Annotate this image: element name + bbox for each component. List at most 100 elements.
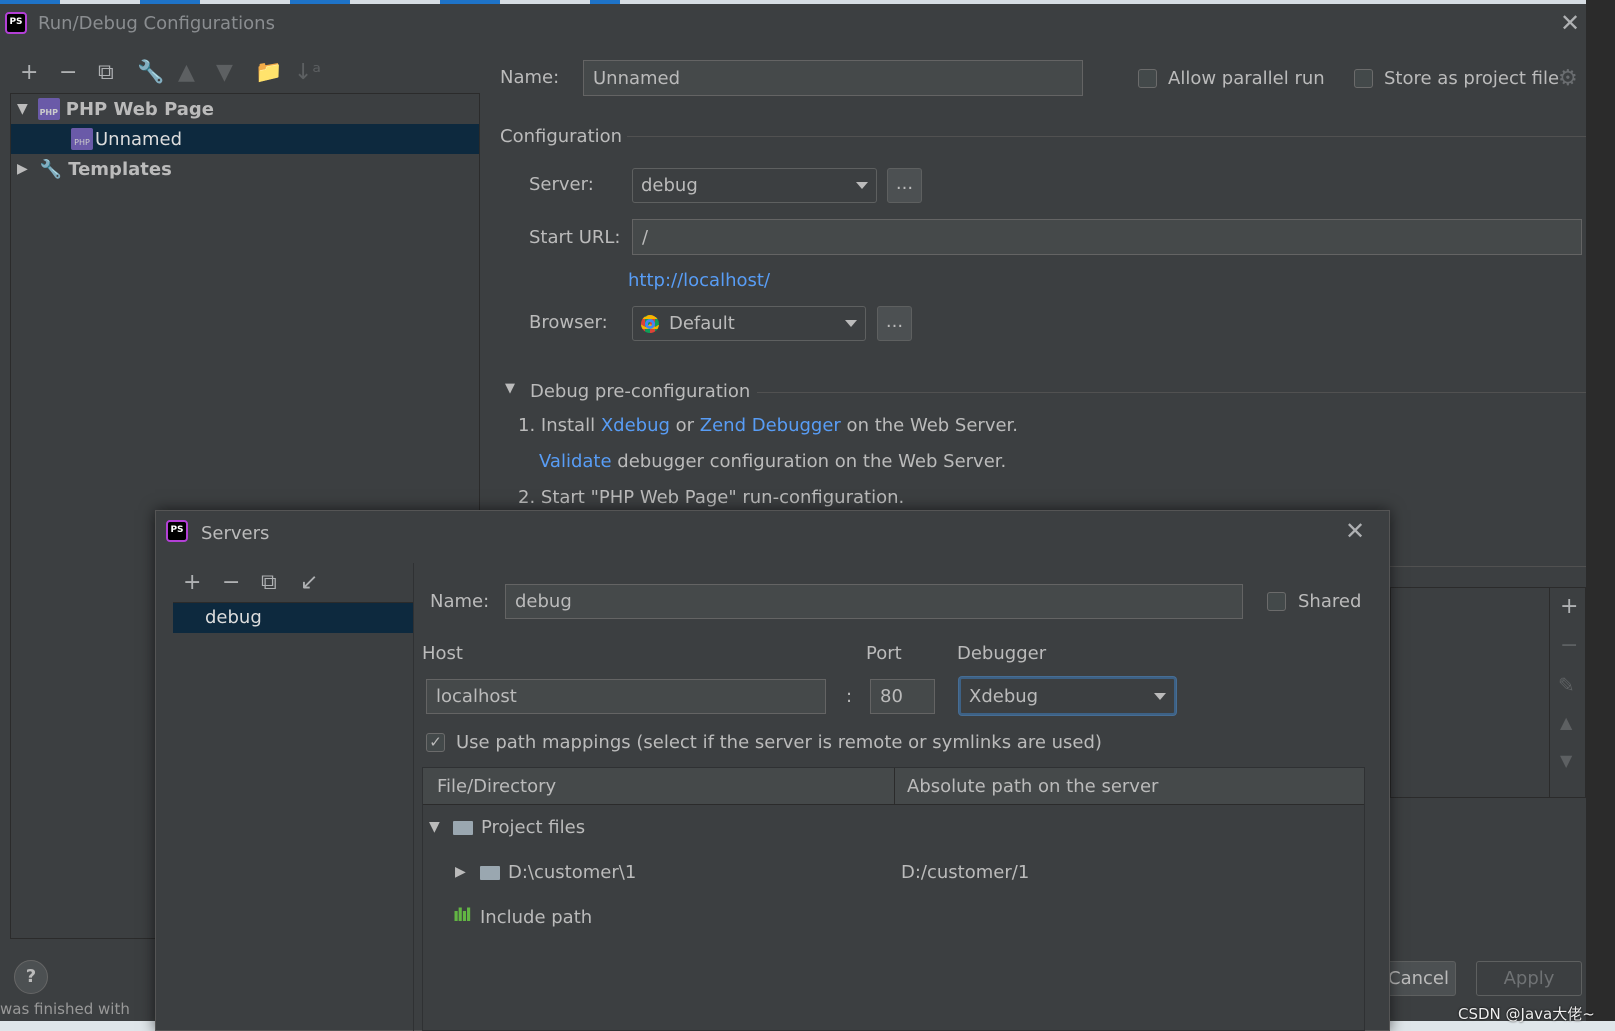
file-label: D:\customer\1 — [508, 862, 637, 883]
window-top-strip — [0, 0, 1615, 4]
remove-server-icon[interactable]: − — [222, 572, 240, 594]
php-web-page-icon: PHP — [71, 128, 93, 150]
allow-parallel-checkbox[interactable] — [1138, 69, 1157, 88]
tree-item-label: Templates — [68, 158, 172, 180]
copy-server-icon[interactable]: ⧉ — [261, 572, 277, 594]
debugger-select[interactable]: Xdebug — [959, 677, 1176, 715]
host-port-separator: : — [846, 686, 853, 707]
table-row[interactable]: ▶ D:\customer\1 D:/customer/1 — [423, 860, 1363, 890]
table-row[interactable]: ▼ Project files — [423, 815, 1363, 845]
server-label: Server: — [529, 174, 594, 195]
divider — [894, 768, 895, 805]
expand-arrow-icon[interactable]: ▼ — [17, 101, 28, 117]
phpstorm-logo-icon: PS — [5, 12, 27, 34]
folder-icon — [453, 821, 473, 835]
server-name-input[interactable]: debug — [505, 584, 1243, 619]
debugger-value: Xdebug — [969, 685, 1039, 707]
collapse-arrow-icon[interactable]: ▼ — [505, 381, 515, 396]
remove-icon[interactable]: − — [59, 62, 77, 84]
tree-item-unnamed[interactable]: PHP Unnamed — [11, 124, 479, 154]
status-text: was finished with — [0, 1000, 130, 1018]
chevron-down-icon — [856, 182, 868, 189]
start-url-label: Start URL: — [529, 227, 621, 248]
table-header: File/Directory Absolute path on the serv… — [423, 768, 1364, 805]
browser-browse-button[interactable]: ... — [877, 306, 912, 341]
before-launch-list[interactable] — [1390, 587, 1586, 798]
tree-group-php-web-page[interactable]: ▼ PHP PHP Web Page — [11, 94, 479, 124]
zend-debugger-link[interactable]: Zend Debugger — [700, 415, 841, 436]
configuration-section-title: Configuration — [500, 126, 623, 147]
import-server-icon[interactable]: ↙ — [300, 572, 318, 594]
move-down-icon[interactable]: ▼ — [216, 62, 233, 84]
folder-icon — [480, 866, 500, 880]
divider — [1549, 587, 1550, 798]
store-project-label: Store as project file — [1384, 68, 1560, 89]
server-path-cell[interactable]: D:/customer/1 — [901, 862, 1029, 883]
phpstorm-logo-icon: PS — [166, 520, 188, 542]
chrome-icon — [641, 314, 659, 333]
browser-label: Browser: — [529, 312, 608, 333]
xdebug-link[interactable]: Xdebug — [601, 415, 670, 436]
collapse-arrow-icon[interactable]: ▶ — [17, 161, 28, 177]
localhost-link[interactable]: http://localhost/ — [628, 270, 770, 291]
port-label: Port — [866, 643, 902, 664]
wrench-icon[interactable]: 🔧 — [137, 62, 164, 84]
tree-group-label: PHP Web Page — [65, 98, 215, 120]
new-folder-icon[interactable]: 📁 — [255, 62, 282, 84]
step-text: or — [669, 415, 700, 436]
copy-icon[interactable]: ⧉ — [98, 62, 114, 84]
store-project-checkbox[interactable] — [1354, 69, 1373, 88]
divider — [627, 136, 1587, 137]
debug-section-title: Debug pre-configuration — [530, 381, 751, 402]
step-2: 2. Start "PHP Web Page" run-configuratio… — [518, 487, 905, 508]
gear-icon[interactable]: ⚙ — [1558, 66, 1578, 91]
background-ide-edge — [1586, 0, 1615, 1021]
tree-item-label: Unnamed — [95, 128, 183, 150]
collapse-arrow-icon[interactable]: ▼ — [429, 819, 440, 835]
sort-icon[interactable]: ↓ᵃ — [294, 62, 321, 84]
step-1: 1. Install Xdebug or Zend Debugger on th… — [518, 415, 1018, 436]
dialog-title: Run/Debug Configurations — [38, 13, 275, 34]
tree-item-templates[interactable]: ▶ 🔧 Templates — [11, 154, 479, 184]
php-web-page-icon: PHP — [37, 98, 60, 120]
table-row[interactable]: ılıl Include path — [423, 905, 1363, 935]
path-mappings-table[interactable]: File/Directory Absolute path on the serv… — [422, 767, 1365, 1031]
host-input[interactable]: localhost — [426, 679, 826, 714]
start-url-input[interactable]: / — [632, 219, 1582, 255]
shared-checkbox[interactable] — [1267, 592, 1286, 611]
move-up-icon[interactable]: ▲ — [178, 62, 195, 84]
close-icon[interactable]: ✕ — [1560, 11, 1580, 35]
server-select[interactable]: debug — [632, 168, 877, 203]
step-text: debugger configuration on the Web Server… — [611, 451, 1007, 472]
file-label: Project files — [481, 817, 586, 838]
column-header-file[interactable]: File/Directory — [437, 776, 556, 797]
add-icon[interactable]: + — [1560, 596, 1578, 618]
remove-icon[interactable]: − — [1560, 635, 1578, 657]
server-list-item[interactable]: debug — [173, 603, 413, 633]
servers-close-icon[interactable]: ✕ — [1345, 519, 1365, 543]
server-browse-button[interactable]: ... — [887, 168, 922, 203]
config-name-input[interactable]: Unnamed — [583, 60, 1083, 96]
move-up-icon[interactable]: ▲ — [1560, 712, 1572, 734]
server-value: debug — [641, 175, 698, 196]
use-path-mappings-label: Use path mappings (select if the server … — [456, 732, 1102, 753]
apply-button[interactable]: Apply — [1476, 961, 1582, 996]
edit-icon[interactable]: ✎ — [1558, 674, 1575, 696]
shared-label: Shared — [1298, 591, 1362, 612]
browser-select[interactable]: Default — [632, 306, 866, 341]
step-text: on the Web Server. — [840, 415, 1019, 436]
port-input[interactable]: 80 — [870, 679, 935, 714]
add-server-icon[interactable]: + — [183, 572, 201, 594]
allow-parallel-label: Allow parallel run — [1168, 68, 1325, 89]
column-header-server-path[interactable]: Absolute path on the server — [907, 776, 1158, 797]
project-files-cell: Project files — [453, 817, 585, 838]
expand-arrow-icon[interactable]: ▶ — [455, 864, 466, 880]
chevron-down-icon — [1154, 692, 1166, 700]
add-icon[interactable]: + — [20, 62, 38, 84]
validate-link[interactable]: Validate — [539, 451, 612, 472]
help-button[interactable]: ? — [14, 960, 48, 994]
host-label: Host — [422, 643, 463, 664]
use-path-mappings-checkbox[interactable]: ✓ — [426, 733, 445, 752]
debugger-label: Debugger — [957, 643, 1047, 664]
move-down-icon[interactable]: ▼ — [1560, 750, 1572, 772]
